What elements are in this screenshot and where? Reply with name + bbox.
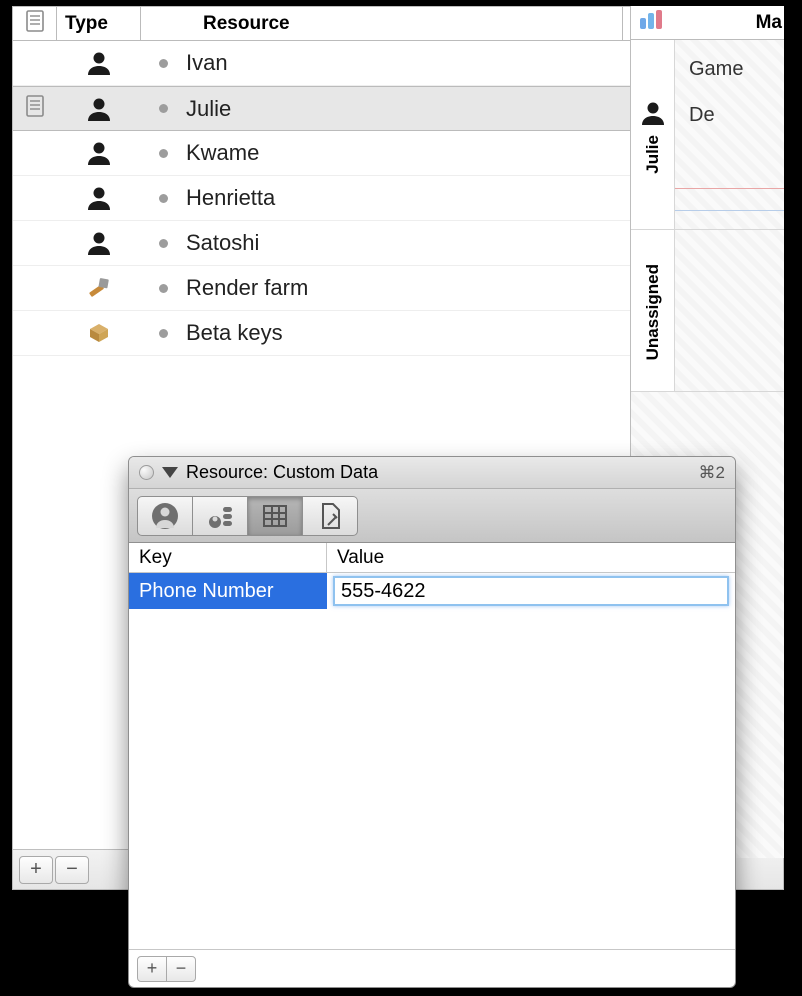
row-type <box>57 229 141 257</box>
bullet-icon <box>159 194 168 203</box>
tab-custom-data[interactable] <box>247 496 303 536</box>
sidebar-row-unassigned[interactable]: Unassigned <box>631 230 784 392</box>
column-resource[interactable]: Resource <box>141 7 623 40</box>
column-type[interactable]: Type <box>57 7 141 40</box>
inspector-empty-area <box>129 609 735 949</box>
sidebar-header-label: Ma <box>756 12 784 34</box>
row-resource: Kwame <box>141 140 623 166</box>
row-resource: Satoshi <box>141 230 623 256</box>
inspector-columns: Key Value <box>129 543 735 573</box>
row-resource: Render farm <box>141 275 623 301</box>
sidebar-row-chart: Game De <box>675 40 784 229</box>
custom-data-value-input[interactable] <box>333 576 729 606</box>
box-icon <box>85 319 113 347</box>
note-icon <box>25 10 45 38</box>
resource-name: Render farm <box>186 275 308 301</box>
row-marker <box>13 95 57 123</box>
person-icon <box>85 184 113 212</box>
inspector-panel: Resource: Custom Data ⌘2 Key Value Phone… <box>128 456 736 988</box>
resource-name: Ivan <box>186 50 228 76</box>
inspector-shortcut: ⌘2 <box>699 463 725 483</box>
add-custom-data-button[interactable]: + <box>137 956 167 982</box>
timeline-entry: De <box>689 104 715 127</box>
add-resource-button[interactable]: + <box>19 856 53 884</box>
row-type <box>57 319 141 347</box>
bullet-icon <box>159 329 168 338</box>
sidebar-row-chart <box>675 230 784 391</box>
row-resource: Henrietta <box>141 185 623 211</box>
row-type <box>57 95 141 123</box>
row-type <box>57 184 141 212</box>
custom-data-row[interactable]: Phone Number <box>129 573 735 609</box>
person-icon <box>85 139 113 167</box>
row-type <box>57 139 141 167</box>
inspector-column-value[interactable]: Value <box>327 547 735 569</box>
timeline-divider <box>675 210 784 211</box>
sidebar-row-label-text: Unassigned <box>643 264 663 360</box>
timeline-divider <box>675 188 784 189</box>
note-icon <box>25 95 45 123</box>
bullet-icon <box>159 104 168 113</box>
sidebar-row-label-text: Julie <box>643 135 663 174</box>
inspector-title: Resource: Custom Data <box>186 462 378 483</box>
remove-custom-data-button[interactable]: − <box>166 956 196 982</box>
person-icon <box>85 229 113 257</box>
close-icon[interactable] <box>139 465 154 480</box>
row-resource: Ivan <box>141 50 623 76</box>
sidebar-row-julie[interactable]: Julie Game De <box>631 40 784 230</box>
tool-icon <box>85 274 113 302</box>
row-resource: Beta keys <box>141 320 623 346</box>
remove-resource-button[interactable]: − <box>55 856 89 884</box>
bullet-icon <box>159 149 168 158</box>
resource-name: Beta keys <box>186 320 283 346</box>
inspector-toolbar <box>129 489 735 543</box>
inspector-column-key[interactable]: Key <box>129 543 327 572</box>
sidebar-row-label: Julie <box>631 40 675 229</box>
row-type <box>57 49 141 77</box>
custom-data-key[interactable]: Phone Number <box>129 573 327 609</box>
person-icon <box>85 49 113 77</box>
inspector-titlebar[interactable]: Resource: Custom Data ⌘2 <box>129 457 735 489</box>
resource-name: Julie <box>186 96 231 122</box>
timeline-entry: Game <box>689 58 743 81</box>
column-marker[interactable] <box>13 7 57 40</box>
tab-resource-info[interactable] <box>137 496 193 536</box>
row-resource: Julie <box>141 96 623 122</box>
sidebar-header: Ma <box>631 6 784 40</box>
bullet-icon <box>159 239 168 248</box>
row-type <box>57 274 141 302</box>
tab-assignments[interactable] <box>192 496 248 536</box>
inspector-bottom-bar: + − <box>129 949 735 987</box>
bullet-icon <box>159 59 168 68</box>
bullet-icon <box>159 284 168 293</box>
sidebar-row-label: Unassigned <box>631 230 675 391</box>
person-icon <box>85 95 113 123</box>
resource-name: Satoshi <box>186 230 259 256</box>
person-icon <box>639 99 667 127</box>
resource-name: Kwame <box>186 140 259 166</box>
tab-attachments[interactable] <box>302 496 358 536</box>
bars-icon <box>639 10 663 36</box>
resource-name: Henrietta <box>186 185 275 211</box>
disclosure-triangle-icon[interactable] <box>162 467 178 478</box>
